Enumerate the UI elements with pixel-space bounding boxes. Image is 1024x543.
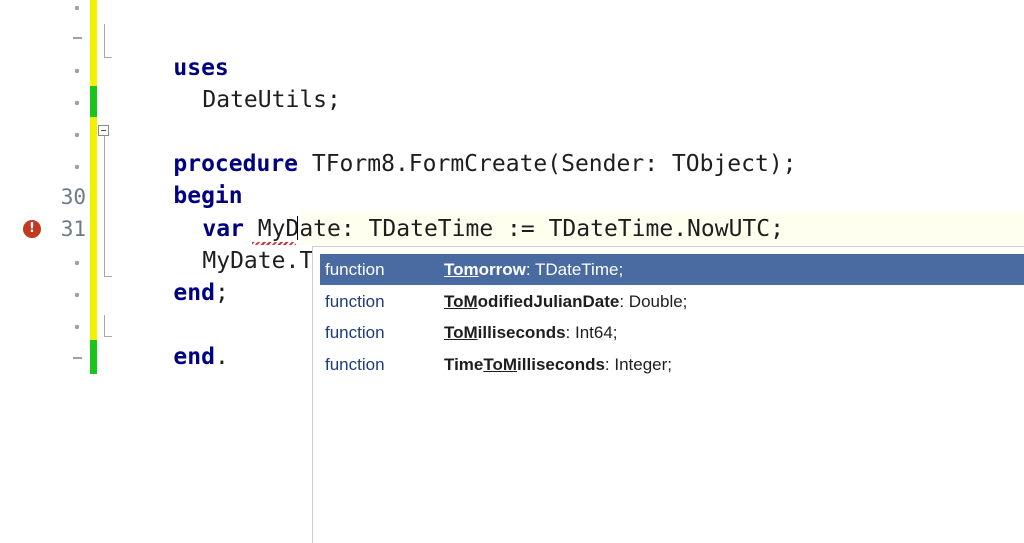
completion-match: ToM — [483, 355, 518, 374]
completion-item[interactable]: function TimeToMilliseconds: Integer; — [320, 349, 1024, 380]
completion-prefix: Time — [444, 355, 484, 374]
completion-name-rest: illiseconds — [517, 355, 605, 374]
line-marker-dot — [75, 69, 79, 73]
code-line-current[interactable]: MyDate.Tom — [147, 213, 340, 274]
completion-signature: Tomorrow: TDateTime; — [444, 254, 623, 285]
fold-toggle-icon[interactable] — [98, 125, 109, 136]
line-marker-dot — [75, 165, 79, 169]
line-marker-dot — [75, 133, 79, 137]
completion-kind: function — [325, 323, 385, 342]
error-icon[interactable]: ! — [23, 220, 41, 238]
line-marker-dash — [73, 357, 82, 359]
line-marker-dash — [73, 37, 82, 39]
code-line[interactable]: end. — [118, 309, 228, 370]
fold-guide — [104, 136, 105, 277]
code-text: ; — [214, 280, 229, 306]
line-marker-dot — [75, 293, 79, 297]
code-line[interactable]: uses — [118, 20, 228, 81]
completion-item[interactable]: function ToModifiedJulianDate: Double; — [320, 286, 1024, 317]
line-marker-dot — [75, 101, 79, 105]
line-marker-dot — [75, 261, 79, 265]
completion-item[interactable]: function Tomorrow: TDateTime; — [320, 254, 1024, 285]
completion-item[interactable]: function ToMilliseconds: Int64; — [320, 317, 1024, 348]
completion-match: Tom — [444, 260, 479, 279]
completion-kind: function — [325, 292, 385, 311]
code-line[interactable]: var MyDate: TDateTime := TDateTime.NowUT… — [147, 181, 784, 242]
completion-match: ToM — [444, 292, 478, 311]
completion-kind: function — [325, 260, 385, 279]
saved-lines-bar — [90, 340, 97, 374]
editor-gutter[interactable]: 30 31 ! — [0, 0, 90, 542]
completion-type: : Double; — [619, 292, 688, 311]
fold-guide-end — [104, 57, 112, 58]
code-text: . — [214, 344, 229, 370]
modified-lines-bar — [90, 0, 97, 86]
completion-name-rest: illiseconds — [477, 323, 566, 342]
completion-type: : TDateTime; — [525, 260, 624, 279]
saved-lines-bar — [90, 86, 97, 117]
text-caret — [297, 216, 298, 240]
completion-kind: function — [325, 355, 385, 374]
code-line[interactable]: procedure TForm8.FormCreate(Sender: TObj… — [118, 116, 796, 177]
fold-guide — [104, 24, 105, 58]
line-number: 31 — [60, 217, 86, 241]
completion-signature: TimeToMilliseconds: Integer; — [444, 349, 672, 380]
modified-lines-bar — [90, 117, 97, 340]
code-line[interactable]: end; — [118, 245, 228, 306]
completion-type: : Integer; — [604, 355, 673, 374]
fold-guide-end — [104, 276, 112, 277]
completion-match: ToM — [444, 323, 478, 342]
completion-name-rest: odifiedJulianDate — [477, 292, 620, 311]
line-marker-dot — [75, 325, 79, 329]
completion-name-rest: orrow — [478, 260, 526, 279]
completion-signature: ToModifiedJulianDate: Double; — [444, 286, 687, 317]
fold-guide-end — [104, 336, 112, 337]
code-line[interactable]: begin — [118, 148, 242, 209]
line-number: 30 — [60, 185, 86, 209]
keyword: end — [173, 280, 215, 306]
error-squiggle — [252, 242, 296, 245]
keyword: end — [173, 344, 215, 370]
completion-type: : Int64; — [565, 323, 618, 342]
completion-signature: ToMilliseconds: Int64; — [444, 317, 618, 348]
line-marker-dot — [75, 6, 79, 10]
fold-guide — [104, 315, 105, 337]
code-editor[interactable]: 30 31 ! uses DateUtils; procedure TForm8… — [0, 0, 1024, 543]
code-line[interactable]: DateUtils; — [147, 52, 340, 113]
code-text: TForm8.FormCreate(Sender: TObject); — [298, 151, 797, 177]
code-text: DateUtils; — [202, 87, 341, 113]
code-completion-popup[interactable]: function Tomorrow: TDateTime; function T… — [312, 246, 1024, 543]
